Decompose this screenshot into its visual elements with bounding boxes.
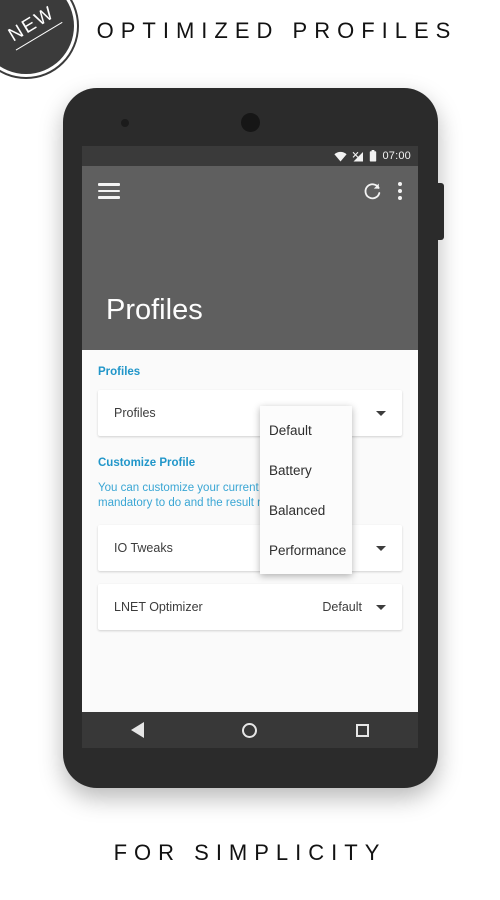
chevron-down-icon[interactable] xyxy=(376,604,386,610)
back-nav-icon[interactable] xyxy=(131,722,145,738)
io-tweaks-row[interactable]: IO Tweaks xyxy=(98,525,402,571)
kebab-dot xyxy=(398,196,402,200)
refresh-icon[interactable] xyxy=(363,182,382,201)
dropdown-option-default[interactable]: Default xyxy=(260,410,352,450)
promo-footer: FOR SIMPLICITY xyxy=(113,840,387,865)
app-bar-actions xyxy=(82,166,418,216)
io-tweaks-label: IO Tweaks xyxy=(114,541,173,555)
phone-screen: 07:00 Profiles Profiles Profiles Customi… xyxy=(82,146,418,748)
hamburger-menu-icon[interactable] xyxy=(98,179,120,203)
overflow-menu-icon[interactable] xyxy=(398,182,402,200)
profiles-select-row[interactable]: Profiles xyxy=(98,390,402,436)
status-bar-clock: 07:00 xyxy=(382,150,411,162)
lnet-optimizer-label: LNET Optimizer xyxy=(114,600,203,614)
new-badge-text-wrap: NEW xyxy=(0,0,92,92)
profiles-select-label: Profiles xyxy=(114,406,156,420)
lnet-optimizer-row[interactable]: LNET Optimizer Default xyxy=(98,584,402,630)
profiles-select-right xyxy=(362,410,386,416)
dropdown-option-battery[interactable]: Battery xyxy=(260,450,352,490)
kebab-dot xyxy=(398,189,402,193)
lnet-optimizer-right: Default xyxy=(322,600,386,614)
app-bar: Profiles xyxy=(82,166,418,350)
dropdown-option-performance[interactable]: Performance xyxy=(260,530,352,570)
hamburger-line xyxy=(98,189,120,193)
promo-screenshot: NEW OPTIMIZED PROFILES 07:00 Profiles Pr… xyxy=(0,0,500,900)
wifi-icon xyxy=(334,151,348,161)
section-header-customize: Customize Profile xyxy=(98,457,196,469)
recents-nav-icon[interactable] xyxy=(355,723,369,737)
chevron-down-icon[interactable] xyxy=(376,410,386,416)
status-bar: 07:00 xyxy=(82,146,418,166)
content-area: Profiles Profiles Customize Profile You … xyxy=(82,350,418,712)
app-bar-right-actions xyxy=(363,182,402,201)
chevron-down-icon[interactable] xyxy=(376,545,386,551)
hamburger-line xyxy=(98,183,120,186)
power-button[interactable] xyxy=(437,183,444,240)
front-camera-icon xyxy=(241,113,260,132)
dropdown-option-balanced[interactable]: Balanced xyxy=(260,490,352,530)
signal-no-sim-icon xyxy=(353,151,364,161)
customize-description: You can customize your current profile b… xyxy=(98,481,402,511)
customize-description-line2: mandatory to do and the result may vary xyxy=(98,497,304,509)
promo-headline: OPTIMIZED PROFILES xyxy=(96,18,458,43)
battery-icon xyxy=(370,150,377,162)
customize-description-line1: You can customize your current profile b… xyxy=(98,482,352,494)
home-nav-icon[interactable] xyxy=(242,722,258,738)
io-tweaks-right xyxy=(362,545,386,551)
profiles-dropdown-menu[interactable]: Default Battery Balanced Performance xyxy=(260,406,352,574)
kebab-dot xyxy=(398,182,402,186)
section-header-profiles: Profiles xyxy=(98,366,141,378)
hamburger-line xyxy=(98,196,120,199)
proximity-sensor-icon xyxy=(121,119,129,127)
lnet-optimizer-value: Default xyxy=(322,600,362,614)
android-nav-bar xyxy=(82,712,418,748)
page-title: Profiles xyxy=(106,294,203,326)
